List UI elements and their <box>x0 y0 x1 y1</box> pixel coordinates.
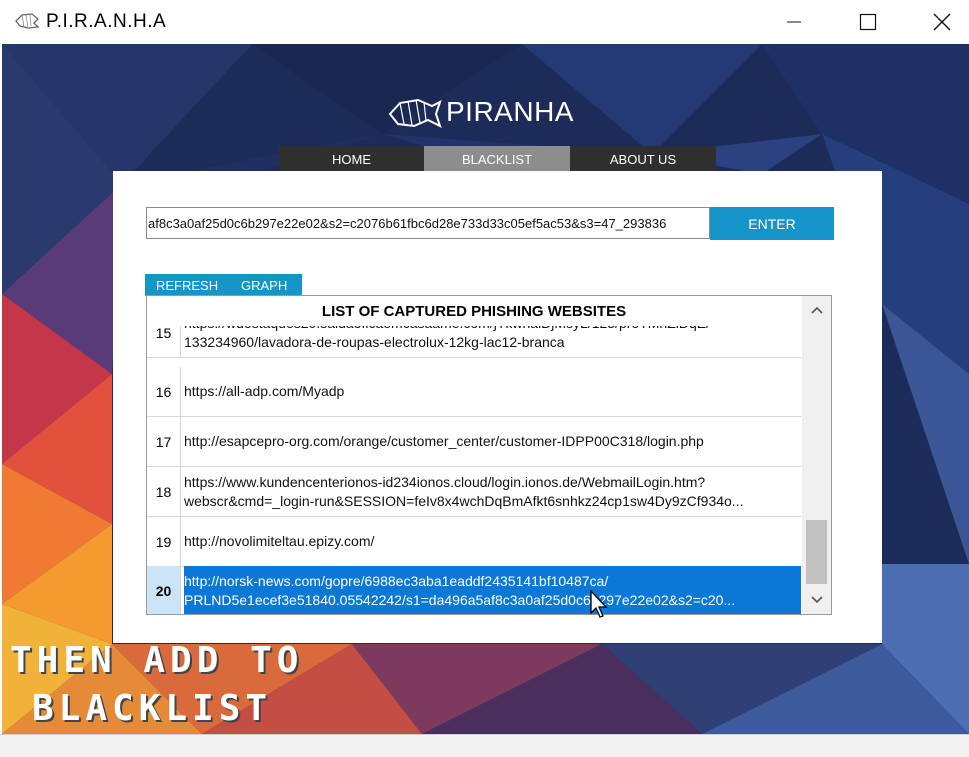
row-url-line: webscr&cmd=_login-run&SESSION=feIv8x4wch… <box>184 492 744 509</box>
url-input[interactable] <box>146 207 710 239</box>
title-bar: P.I.R.A.N.H.A <box>0 0 969 44</box>
row-url-line: PRLND5e1ecef3e51840.05542242/s1=da496a5a… <box>184 591 736 608</box>
chevron-up-icon <box>810 306 823 314</box>
scroll-thumb[interactable] <box>806 520 827 584</box>
row-number: 19 <box>147 517 181 566</box>
row-url: http://esapcepro-org.com/orange/customer… <box>184 417 801 466</box>
toolbar-tabs: REFRESH GRAPH <box>145 274 302 296</box>
row-number: 16 <box>147 367 181 416</box>
row-url: http://novolimiteltau.epizy.com/ <box>184 517 801 566</box>
row-url-line: 133234960/lavadora-de-roupas-electrolux-… <box>184 333 565 350</box>
row-url-line: https://www.kundencenterionos-id234ionos… <box>184 473 706 490</box>
row-number: 20 <box>147 566 181 614</box>
minimize-button[interactable] <box>764 0 824 44</box>
graph-button[interactable]: GRAPH <box>241 278 287 293</box>
list-row[interactable]: 17 http://esapcepro-org.com/orange/custo… <box>147 417 801 467</box>
list-row[interactable]: 18 https://www.kundencenterionos-id234io… <box>147 467 801 517</box>
refresh-button[interactable]: REFRESH <box>156 278 218 293</box>
tab-about-us[interactable]: ABOUT US <box>570 146 716 172</box>
row-url-line: http://esapcepro-org.com/orange/customer… <box>184 433 704 449</box>
maximize-icon <box>859 13 877 31</box>
tab-home[interactable]: HOME <box>279 146 424 172</box>
list-row[interactable]: 19 http://novolimiteltau.epizy.com/ <box>147 517 801 567</box>
close-button[interactable] <box>912 0 969 44</box>
row-number: 18 <box>147 467 181 516</box>
scroll-up-button[interactable] <box>802 296 831 324</box>
piranha-fish-icon <box>15 13 40 29</box>
piranha-logo-icon <box>388 98 442 128</box>
list-row[interactable]: 16 https://all-adp.com/Myadp <box>147 367 801 417</box>
row-url-line: http://norsk-news.com/gopre/6988ec3aba1e… <box>184 572 609 589</box>
scroll-down-button[interactable] <box>802 586 831 614</box>
row-url: https://www.kundencenterionos-id234ionos… <box>184 467 801 516</box>
list-row-selected[interactable]: 20 http://norsk-news.com/gopre/6988ec3ab… <box>147 566 801 614</box>
enter-button[interactable]: ENTER <box>710 207 834 240</box>
tab-blacklist[interactable]: BLACKLIST <box>424 146 570 172</box>
minimize-icon <box>787 21 801 23</box>
list-title: LIST OF CAPTURED PHISHING WEBSITES <box>147 296 801 326</box>
list-scrollbar[interactable] <box>802 296 831 614</box>
row-number: 17 <box>147 417 181 466</box>
mouse-cursor-icon <box>590 590 608 618</box>
caption-line-2: BLACKLIST <box>32 688 273 729</box>
maximize-button[interactable] <box>838 0 898 44</box>
blacklist-panel: ENTER REFRESH GRAPH LIST OF CAPTURED PHI… <box>113 171 882 643</box>
app-logo-text: PIRANHA <box>446 96 574 127</box>
row-url: http://norsk-news.com/gopre/6988ec3aba1e… <box>184 566 801 614</box>
chevron-down-icon <box>810 596 823 604</box>
window-title: P.I.R.A.N.H.A <box>46 11 167 32</box>
close-icon <box>933 13 951 31</box>
row-url-line: http://novolimiteltau.epizy.com/ <box>184 533 375 549</box>
row-url: https://all-adp.com/Myadp <box>184 367 801 416</box>
row-url-line: https://all-adp.com/Myadp <box>184 383 345 399</box>
window-bottom-edge <box>0 734 969 757</box>
phishing-list[interactable]: LIST OF CAPTURED PHISHING WEBSITES 15 ht… <box>146 295 832 615</box>
caption-line-1: THEN ADD TO <box>10 640 304 681</box>
